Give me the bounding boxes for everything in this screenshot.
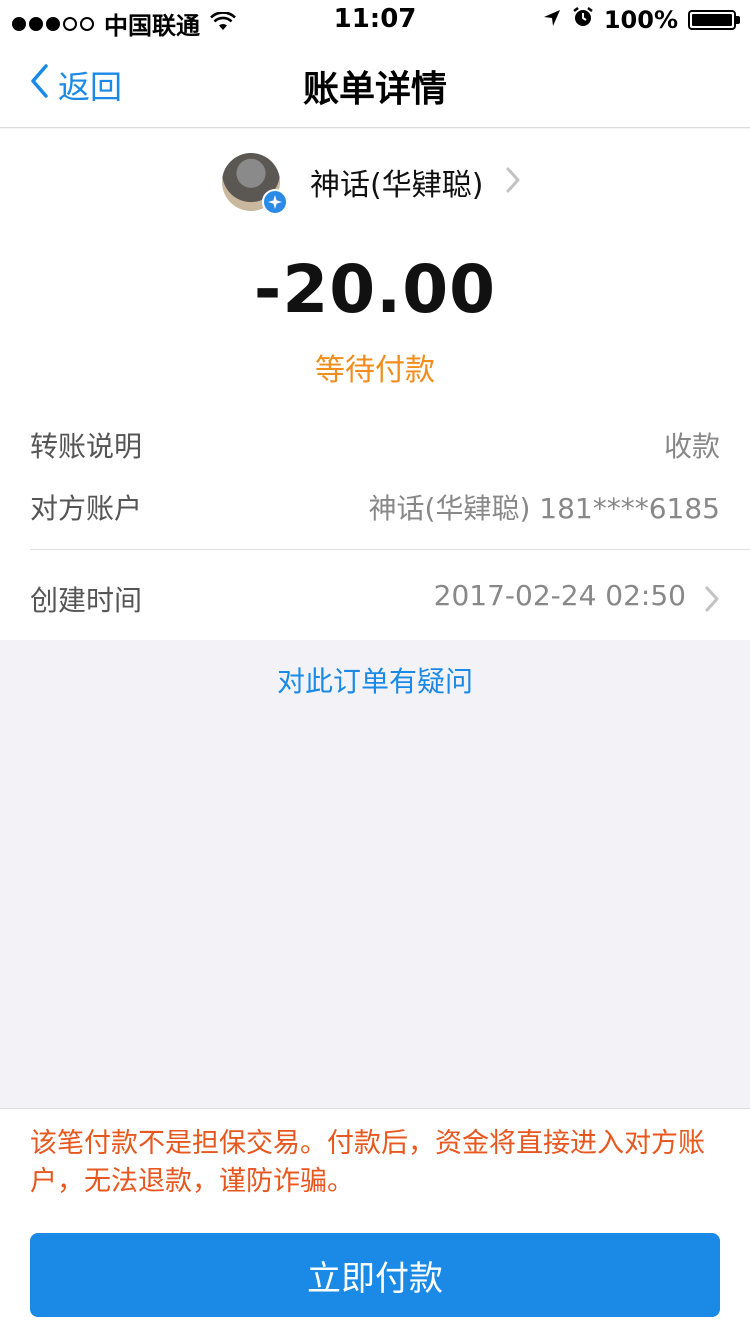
location-arrow-icon <box>542 6 562 34</box>
battery-icon <box>688 10 740 30</box>
chevron-right-icon <box>704 585 720 620</box>
created-time-label: 创建时间 <box>30 584 143 617</box>
navigation-bar: 返回 账单详情 <box>0 40 750 128</box>
transfer-note-label: 转账说明 <box>30 430 143 463</box>
bottom-panel: 该笔付款不是担保交易。付款后，资金将直接进入对方账户，无法退款，谨防诈骗。 立即… <box>0 1108 750 1334</box>
payee-row[interactable]: 神话(华肄聪) <box>222 153 521 215</box>
chevron-right-icon <box>505 166 521 198</box>
created-time-value: 2017-02-24 02:50 <box>433 579 686 612</box>
payee-name: 神话(华肄聪) <box>310 168 484 203</box>
divider <box>30 549 750 550</box>
order-question-link[interactable]: 对此订单有疑问 <box>0 660 750 700</box>
bill-detail-card: 神话(华肄聪) -20.00 等待付款 转账说明 收款 对方账户 神话(华肄聪)… <box>0 129 750 640</box>
verified-badge-icon <box>262 189 288 215</box>
pay-now-button[interactable]: 立即付款 <box>30 1233 720 1317</box>
avatar <box>222 153 288 215</box>
payment-status: 等待付款 <box>315 353 435 388</box>
transfer-note-value: 收款 <box>663 430 720 463</box>
fraud-warning: 该笔付款不是担保交易。付款后，资金将直接进入对方账户，无法退款，谨防诈骗。 <box>30 1128 705 1197</box>
status-bar: 中国联通 11:07 100% <box>0 0 750 40</box>
account-value: 神话(华肄聪) 181****6185 <box>368 492 720 525</box>
transfer-note-row: 转账说明 收款 <box>30 425 720 465</box>
account-row: 对方账户 神话(华肄聪) 181****6185 <box>30 487 720 527</box>
status-right: 100% <box>542 6 740 34</box>
battery-percent: 100% <box>603 6 678 34</box>
account-label: 对方账户 <box>30 492 143 525</box>
page-title: 账单详情 <box>302 69 447 110</box>
amount: -20.00 <box>253 251 497 328</box>
created-time-row[interactable]: 创建时间 2017-02-24 02:50 <box>30 579 720 619</box>
alarm-icon <box>572 6 594 34</box>
